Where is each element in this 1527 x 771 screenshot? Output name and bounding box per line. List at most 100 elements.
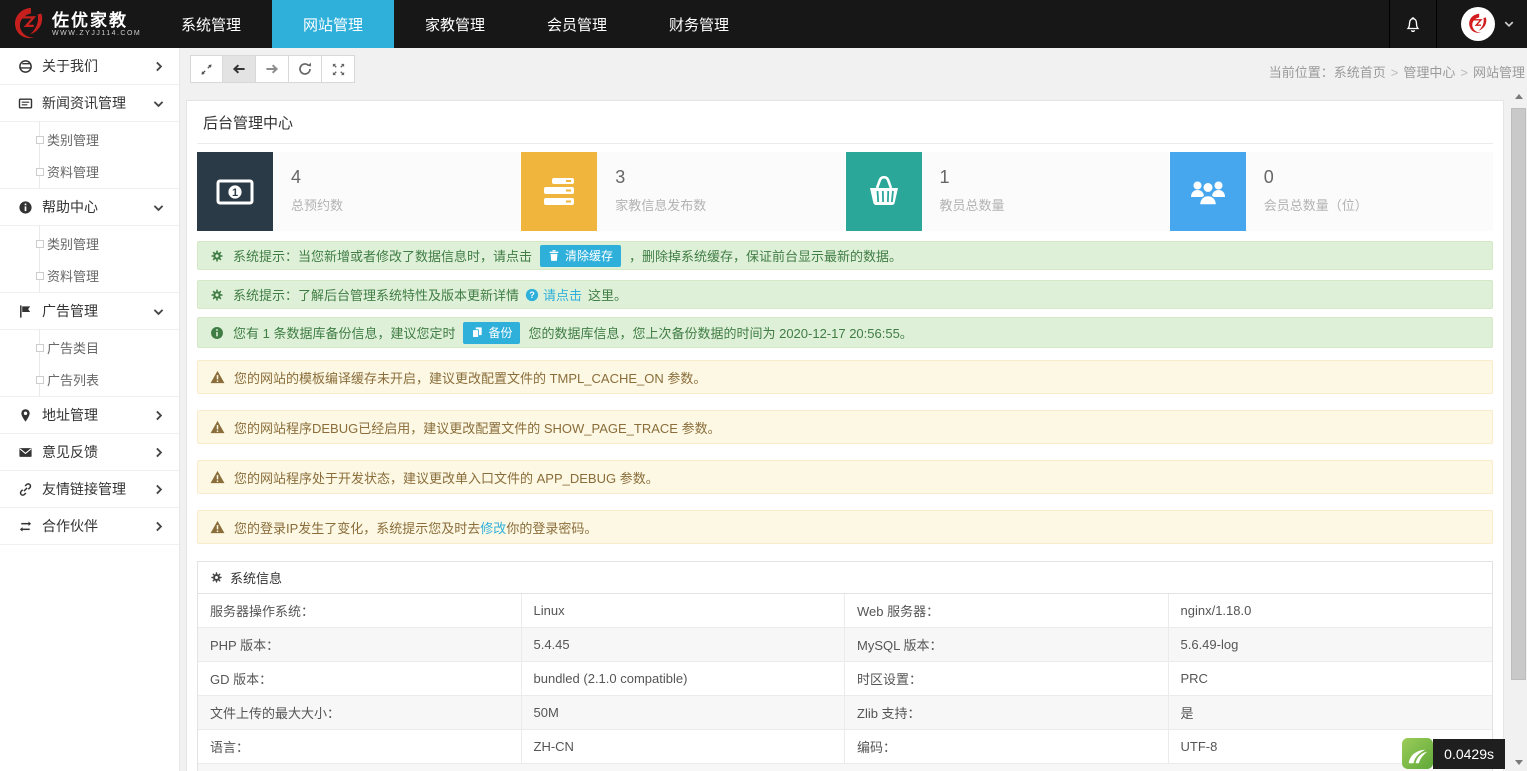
svg-text:1: 1 [232,186,238,198]
sidebar-item-address[interactable]: 地址管理 [0,397,179,434]
info-label: PHP 版本： [198,628,522,661]
clear-cache-label: 清除缓存 [565,247,613,264]
bell-icon [1404,15,1422,33]
brand-subtitle: WWW.ZYJJ114.COM [52,30,141,37]
clear-cache-button[interactable]: 清除缓存 [540,245,621,267]
alert-text: 你的登录密码。 [506,518,597,537]
news-icon [18,96,33,111]
question-circle-icon: ? [525,288,539,302]
backup-label: 备份 [488,324,512,341]
stat-card-tutoring-posts: 3 家教信息发布数 [521,152,844,231]
tab-finance[interactable]: 财务管理 [638,0,760,48]
change-password-link[interactable]: 修改 [480,518,506,537]
exchange-icon [18,519,33,534]
sidebar-item-label: 友情链接管理 [42,479,152,499]
main-nav-tabs: 系统管理 网站管理 家教管理 会员管理 财务管理 [150,0,760,48]
top-navbar: 佐优家教 WWW.ZYJJ114.COM 系统管理 网站管理 家教管理 会员管理… [0,0,1527,48]
chevron-right-icon [152,520,165,533]
tab-members[interactable]: 会员管理 [516,0,638,48]
alert-backup: 您有 1 条数据库备份信息，建议您定时 备份 您的数据库信息，您上次备份数据的时… [197,317,1493,348]
chevron-right-icon [152,409,165,422]
sidebar-subitem-ad-list[interactable]: 广告列表 [0,363,179,395]
users-icon [1189,177,1227,206]
arrow-right-icon [264,61,280,77]
history-forward-button[interactable] [256,55,289,83]
scrollbar-down-button[interactable] [1510,754,1527,771]
stat-card-appointments: 1 4 总预约数 [197,152,520,231]
breadcrumb-home[interactable]: 系统首页 [1334,65,1386,80]
sidebar-item-ads[interactable]: 广告管理 [0,293,179,330]
sidebar-subitem-category[interactable]: 类别管理 [0,227,179,259]
sidebar-item-partners[interactable]: 合作伙伴 [0,508,179,545]
backup-button[interactable]: 备份 [463,322,520,344]
brand-logo[interactable]: 佐优家教 WWW.ZYJJ114.COM [0,0,150,48]
sidebar: 关于我们 新闻资讯管理 类别管理 资料管理 帮助中心 类别管理 资料管理 广 [0,48,180,771]
money-icon: 1 [216,179,254,205]
alert-text: 这里。 [588,285,627,304]
table-row: GD 版本： bundled (2.1.0 compatible) 时区设置： … [198,662,1492,696]
table-row: PHP 版本： 5.4.45 MySQL 版本： 5.6.49-log [198,628,1492,662]
version-details-link[interactable]: 请点击 [543,285,582,304]
warning-icon [210,370,225,384]
info-label: Zlib 支持： [845,696,1169,729]
fullscreen-button[interactable] [322,55,355,83]
user-avatar[interactable] [1461,7,1495,41]
alert-text: ，删除掉系统缓存，保证前台显示最新的数据。 [629,246,902,265]
sidebar-item-help[interactable]: 帮助中心 [0,189,179,226]
sidebar-subitem-ad-category[interactable]: 广告类目 [0,331,179,363]
refresh-tab-button[interactable] [289,55,322,83]
scrollbar-thumb[interactable] [1511,108,1526,680]
info-value: nginx/1.18.0 [1169,594,1493,627]
trace-time[interactable]: 0.0429s [1433,739,1505,769]
copy-icon [471,326,483,339]
user-menu-caret[interactable] [1503,18,1515,30]
stat-label: 教员总数量 [940,195,1005,214]
history-back-button[interactable] [223,55,256,83]
gear-icon [210,249,224,263]
table-row [198,764,1492,771]
sidebar-subitem-category[interactable]: 类别管理 [0,123,179,155]
main-area: 当前位置：系统首页>管理中心>网站管理 后台管理中心 1 4 总预约数 [180,48,1527,771]
alert-dev-mode: 您的网站程序处于开发状态，建议更改单入口文件的 APP_DEBUG 参数。 [197,460,1493,494]
warning-icon [210,520,225,534]
sidebar-item-links[interactable]: 友情链接管理 [0,471,179,508]
sidebar-subitem-data[interactable]: 资料管理 [0,155,179,187]
sidebar-item-label: 帮助中心 [42,197,152,217]
brand-title: 佐优家教 [52,12,141,30]
tab-system[interactable]: 系统管理 [150,0,272,48]
info-value: 是 [1169,696,1493,729]
breadcrumb-separator: > [1460,65,1468,80]
tab-toolbar [190,55,355,83]
page-title: 后台管理中心 [197,101,1493,144]
info-value: ZH-CN [522,730,846,763]
tab-tutoring[interactable]: 家教管理 [394,0,516,48]
table-row: 服务器操作系统： Linux Web 服务器： nginx/1.18.0 [198,594,1492,628]
thinkphp-flame-icon[interactable] [1402,738,1433,769]
sidebar-item-label: 新闻资讯管理 [42,93,152,113]
flag-icon [18,304,33,319]
sidebar-item-news[interactable]: 新闻资讯管理 [0,85,179,122]
sidebar-item-feedback[interactable]: 意见反馈 [0,434,179,471]
notifications-button[interactable] [1389,0,1437,48]
link-icon [18,482,33,497]
tab-website[interactable]: 网站管理 [272,0,394,48]
info-circle-icon [210,326,224,340]
info-value: 5.6.49-log [1169,628,1493,661]
scroll-up-icon [1515,94,1523,99]
info-value: bundled (2.1.0 compatible) [522,662,846,695]
sidebar-item-about[interactable]: 关于我们 [0,48,179,85]
breadcrumb-center[interactable]: 管理中心 [1403,65,1455,80]
server-icon [543,177,575,206]
warning-icon [210,470,225,484]
info-value: 5.4.45 [522,628,846,661]
refresh-icon [297,61,313,77]
resize-tabs-button[interactable] [190,55,223,83]
info-label: 编码： [845,730,1169,763]
sidebar-item-label: 合作伙伴 [42,516,152,536]
sidebar-subitem-data[interactable]: 资料管理 [0,259,179,291]
scrollbar-up-button[interactable] [1510,88,1527,105]
chevron-down-icon [1503,18,1515,30]
sidebar-item-label: 地址管理 [42,405,152,425]
system-info-section: 系统信息 服务器操作系统： Linux Web 服务器： nginx/1.18.… [197,561,1493,771]
alert-debug-enabled: 您的网站程序DEBUG已经启用，建议更改配置文件的 SHOW_PAGE_TRAC… [197,410,1493,444]
